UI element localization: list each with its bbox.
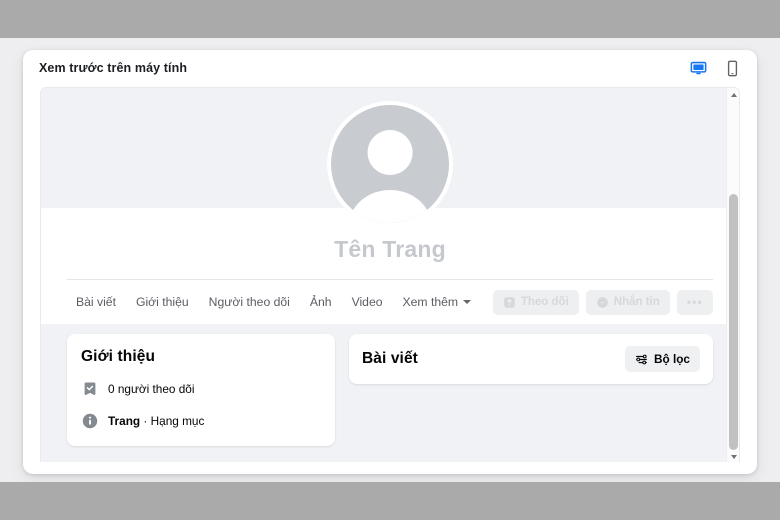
tab-followers-label: Người theo dõi: [208, 295, 290, 309]
profile-action-buttons: Theo dõi Nhắn tin •••: [492, 289, 713, 315]
tab-followers[interactable]: Người theo dõi: [200, 290, 299, 314]
window-header: Xem trước trên máy tính: [23, 50, 757, 86]
avatar-body-shape: [348, 189, 432, 223]
profile-header: Tên Trang Bài viết Giới thiệu Người theo…: [41, 88, 739, 324]
message-button-label: Nhắn tin: [613, 296, 660, 308]
category-text: Trang · Hạng mục: [108, 414, 204, 428]
filter-sliders-icon: [635, 354, 647, 364]
category-rest: · Hạng mục: [140, 414, 205, 428]
intro-card-title: Giới thiệu: [81, 348, 156, 365]
desktop-preview-button[interactable]: [687, 57, 709, 79]
scrollbar-thumb[interactable]: [729, 194, 738, 450]
info-circle-icon: [82, 413, 98, 429]
tab-photos[interactable]: Ảnh: [301, 290, 341, 314]
tab-videos[interactable]: Video: [343, 290, 392, 314]
preview-viewport: Tên Trang Bài viết Giới thiệu Người theo…: [40, 87, 740, 462]
monitor-icon: [690, 61, 706, 74]
tab-posts-label: Bài viết: [76, 295, 116, 309]
posts-card-title: Bài viết: [362, 350, 418, 367]
tab-posts[interactable]: Bài viết: [67, 290, 125, 314]
avatar[interactable]: [327, 101, 453, 227]
mobile-preview-button[interactable]: [721, 57, 743, 79]
default-avatar-icon: [331, 105, 449, 223]
tab-about-label: Giới thiệu: [135, 295, 189, 309]
follow-button-label: Theo dõi: [520, 296, 569, 308]
tab-photos-label: Ảnh: [309, 295, 332, 309]
chevron-down-icon: [463, 300, 472, 304]
scrollbar-down-button[interactable]: [727, 450, 739, 462]
follow-button[interactable]: Theo dõi: [492, 289, 579, 315]
avatar-head-shape: [367, 129, 413, 175]
scrollbar-up-button[interactable]: [727, 88, 739, 101]
device-toggle-group: [687, 57, 743, 79]
profile-tabs: Bài viết Giới thiệu Người theo dõi Ảnh V…: [67, 290, 480, 314]
profile-content-body: Giới thiệu 0 người theo dõi Trang · Hạng…: [41, 324, 739, 446]
window-title: Xem trước trên máy tính: [39, 61, 188, 75]
vertical-scrollbar[interactable]: [726, 88, 739, 462]
more-options-button[interactable]: •••: [676, 289, 713, 315]
tab-videos-label: Video: [351, 295, 383, 309]
category-strong: Trang: [108, 414, 141, 428]
chevron-up-icon: [730, 92, 737, 97]
message-button[interactable]: Nhắn tin: [585, 289, 670, 315]
follow-plus-icon: [504, 296, 515, 308]
letterbox-top: [0, 0, 780, 38]
ellipsis-icon: •••: [686, 295, 703, 309]
letterbox-bottom: [0, 482, 780, 520]
phone-icon: [727, 60, 737, 76]
tab-about[interactable]: Giới thiệu: [127, 290, 198, 314]
filter-button[interactable]: Bộ lọc: [624, 346, 700, 372]
tab-more-label: Xem thêm: [402, 295, 459, 309]
intro-row-category: Trang · Hạng mục: [81, 412, 321, 430]
preview-window: Xem trước trên máy tính Tên Trang Bài vi…: [23, 50, 757, 474]
chevron-down-icon: [730, 454, 737, 459]
profile-nav-row: Bài viết Giới thiệu Người theo dõi Ảnh V…: [41, 280, 739, 324]
badge-check-icon: [84, 382, 96, 395]
messenger-icon: [596, 296, 608, 308]
filter-button-label: Bộ lọc: [653, 352, 690, 366]
intro-row-followers: 0 người theo dõi: [81, 380, 321, 398]
intro-card: Giới thiệu 0 người theo dõi Trang · Hạng…: [67, 334, 335, 446]
posts-card: Bài viết Bộ lọc: [349, 334, 713, 384]
followers-count-text: 0 người theo dõi: [108, 382, 195, 396]
tab-more[interactable]: Xem thêm: [394, 290, 481, 314]
